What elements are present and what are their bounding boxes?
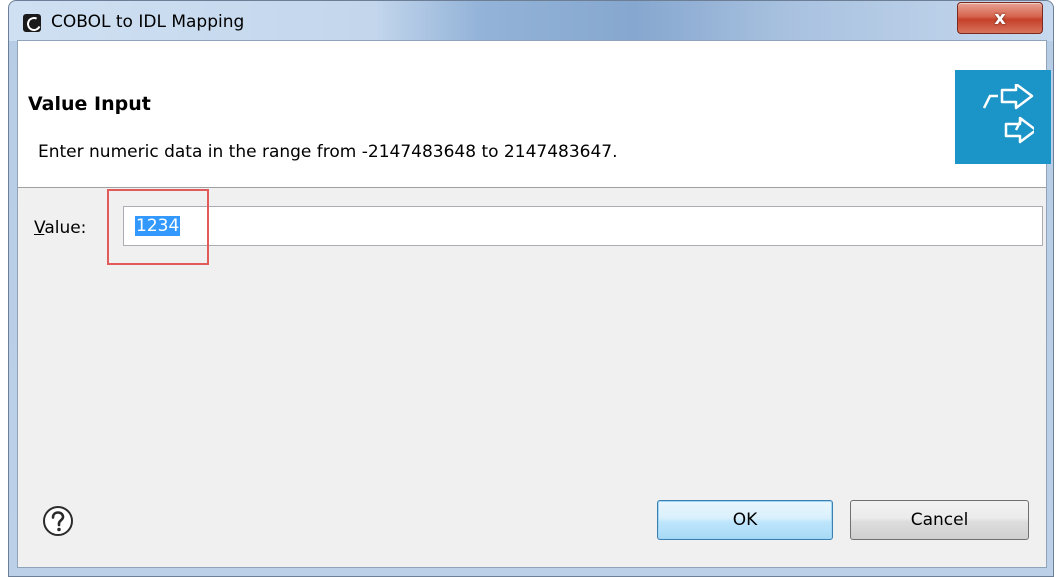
window-title: COBOL to IDL Mapping <box>51 12 245 32</box>
app-icon <box>23 14 41 32</box>
dialog-header-message: Enter numeric data in the range from -21… <box>38 142 618 162</box>
value-input[interactable]: 1234 <box>123 206 1043 246</box>
value-label-text: alue: <box>44 218 87 238</box>
value-label: Value: <box>34 218 86 238</box>
ok-button[interactable]: OK <box>657 500 833 540</box>
dialog-client: Value Input Enter numeric data in the ra… <box>17 40 1047 568</box>
title-bar[interactable]: COBOL to IDL Mapping x <box>9 1 1053 41</box>
dialog-header: Value Input Enter numeric data in the ra… <box>18 41 1046 188</box>
close-button[interactable]: x <box>957 2 1043 34</box>
mapping-arrows-icon <box>955 70 1051 164</box>
value-label-mnemonic: V <box>34 218 45 238</box>
dialog-header-title: Value Input <box>28 93 151 115</box>
annotation-highlight <box>107 189 209 265</box>
help-icon[interactable] <box>42 505 73 536</box>
cancel-button[interactable]: Cancel <box>850 500 1029 540</box>
